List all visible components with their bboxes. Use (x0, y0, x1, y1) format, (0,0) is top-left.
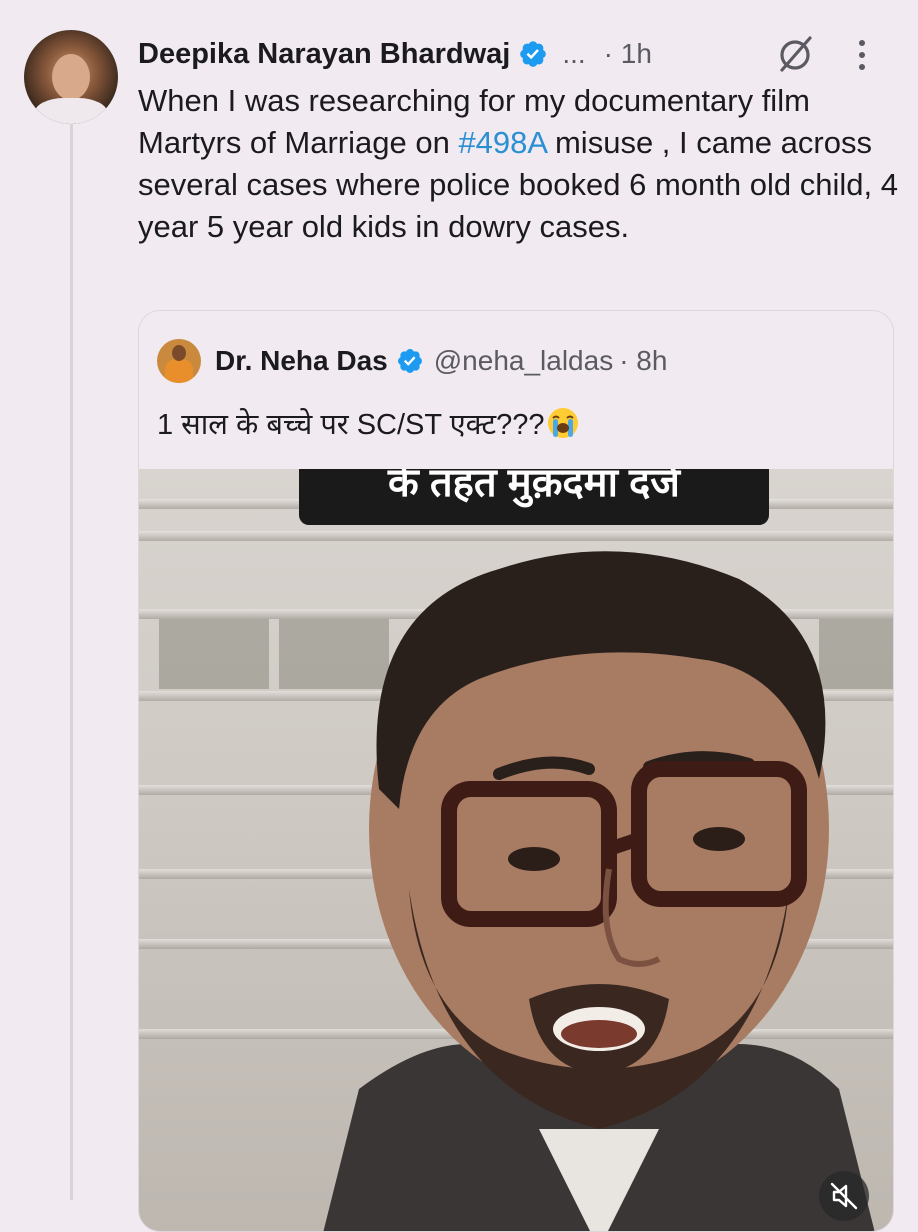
avatar-face (52, 54, 90, 100)
quoted-text-body: 1 साल के बच्चे पर SC/ST एक्ट??? (157, 409, 545, 441)
more-vertical-icon[interactable] (852, 36, 872, 74)
author-avatar[interactable] (24, 30, 118, 124)
quoted-post-header: Dr. Neha Das @neha_laldas · 8h (157, 339, 667, 383)
video-caption-bar: के तहत मुक़दमा दर्ज (299, 469, 769, 525)
quoted-avatar-body (165, 359, 193, 383)
verified-badge-icon (397, 349, 422, 373)
quoted-author-name[interactable]: Dr. Neha Das (215, 345, 388, 377)
video-caption-text: के तहत मुक़दमा दर्ज (388, 469, 680, 505)
author-handle[interactable]: ... (562, 38, 585, 70)
author-name[interactable]: Deepika Narayan Bhardwaj (138, 38, 510, 71)
post-time[interactable]: · 1h (604, 38, 652, 70)
loudly-crying-face-emoji (548, 408, 579, 438)
post-text: When I was researching for my documentar… (138, 80, 898, 248)
verified-badge-icon (520, 41, 547, 67)
quoted-post-time[interactable]: · 8h (619, 345, 667, 377)
avatar-shirt (34, 98, 108, 124)
background-window (159, 619, 269, 689)
thread-line (70, 118, 73, 1200)
quoted-post-card[interactable]: Dr. Neha Das @neha_laldas · 8h 1 साल के … (138, 310, 894, 1232)
muted-speaker-icon (830, 1182, 858, 1210)
mute-button[interactable] (819, 1171, 869, 1221)
quoted-avatar-face (172, 345, 186, 361)
quoted-post-text: 1 साल के बच्चे पर SC/ST एक्ट??? (157, 405, 580, 445)
grok-icon[interactable] (776, 34, 816, 74)
speaker-figure (323, 551, 875, 1231)
quoted-author-avatar[interactable] (157, 339, 201, 383)
quoted-author-handle[interactable]: @neha_laldas (434, 345, 613, 377)
post-header: Deepika Narayan Bhardwaj ... · 1h (138, 32, 898, 76)
hashtag-link[interactable]: #498A (458, 125, 546, 160)
video-player[interactable]: के तहत मुक़दमा दर्ज (139, 469, 893, 1231)
